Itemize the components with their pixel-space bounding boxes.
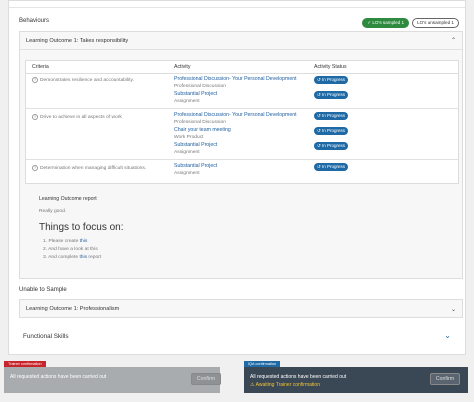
list-item: 3. And complete this report bbox=[43, 255, 102, 260]
trainer-message: All requested actions have been carried … bbox=[10, 374, 107, 380]
iqa-message: All requested actions have been carried … bbox=[250, 374, 347, 380]
lo-unsampled-badge[interactable]: LO's unsampled 1 bbox=[412, 18, 459, 28]
chevron-down-icon[interactable]: ⌄ bbox=[444, 331, 451, 340]
list-item: 2. And have a look at this bbox=[43, 247, 98, 252]
lo-sampled-badge[interactable]: ✓ LO's sampled 1 bbox=[362, 18, 410, 28]
professionalism-accordion-header[interactable]: Learning Outcome 1: Professionalism ⌄ bbox=[20, 300, 462, 318]
activity-link[interactable]: Substantial Project bbox=[174, 91, 217, 97]
functional-skills-title[interactable]: Functional Skills bbox=[23, 333, 69, 340]
activity-link[interactable]: Chair your team meeting bbox=[174, 127, 231, 133]
status-badge[interactable]: ↺ In Progress bbox=[314, 76, 349, 84]
iqa-confirmation-box: All requested actions have been carried … bbox=[244, 367, 468, 393]
status-badge[interactable]: ↺ In Progress bbox=[314, 163, 349, 171]
question-icon: ? bbox=[32, 114, 38, 120]
activity-type: Assignment bbox=[174, 171, 200, 176]
criteria-cell: ? Drive to achieve in all aspects of wor… bbox=[32, 114, 122, 120]
activity-type: Assignment bbox=[174, 99, 200, 104]
status-badge[interactable]: ↺ In Progress bbox=[314, 112, 349, 120]
col-activity: Activity bbox=[174, 64, 191, 70]
outcome-title: Learning Outcome 1: Takes responsibility bbox=[26, 37, 129, 44]
status-badge[interactable]: ↺ In Progress bbox=[314, 142, 349, 150]
sampled-badges: ✓ LO's sampled 1 LO's unsampled 1 bbox=[362, 18, 459, 28]
behaviours-title: Behaviours bbox=[19, 18, 50, 24]
unable-to-sample-title: Unable to Sample bbox=[19, 287, 67, 293]
activity-link[interactable]: Substantial Project bbox=[174, 163, 217, 169]
criteria-cell: ? Demonstrates resilience and accountabi… bbox=[32, 77, 134, 83]
focus-list: 1. Please create this 2. And have a look… bbox=[43, 238, 101, 262]
focus-link[interactable]: this bbox=[80, 239, 88, 244]
activity-type: Assignment bbox=[174, 150, 200, 155]
activity-link[interactable]: Professional Discussion- Your Personal D… bbox=[174, 112, 297, 118]
criteria-table: Criteria Activity Activity Status ? Demo… bbox=[25, 60, 459, 184]
outcome-accordion-header[interactable]: Learning Outcome 1: Takes responsibility… bbox=[20, 32, 462, 50]
table-row: ? Determination when managing difficult … bbox=[26, 160, 458, 182]
iqa-confirm-button[interactable]: Confirm bbox=[430, 373, 460, 385]
col-activity-status: Activity Status bbox=[314, 64, 347, 70]
table-row: ? Drive to achieve in all aspects of wor… bbox=[26, 109, 458, 160]
trainer-confirm-button[interactable]: Confirm bbox=[191, 373, 221, 385]
activity-link[interactable]: Professional Discussion- Your Personal D… bbox=[174, 76, 297, 82]
main-panel: Behaviours ✓ LO's sampled 1 LO's unsampl… bbox=[8, 0, 466, 355]
iqa-warning: ⚠ Awaiting Trainer confirmation bbox=[250, 382, 320, 388]
activity-type: Professional Discussion bbox=[174, 120, 226, 125]
top-strip bbox=[9, 1, 465, 8]
question-icon: ? bbox=[32, 165, 38, 171]
table-row: ? Demonstrates resilience and accountabi… bbox=[26, 73, 458, 109]
status-badge[interactable]: ↺ In Progress bbox=[314, 127, 349, 135]
col-criteria: Criteria bbox=[32, 64, 49, 70]
activity-type: Work Product bbox=[174, 135, 204, 140]
report-label: Learning Outcome report bbox=[39, 196, 97, 202]
question-icon: ? bbox=[32, 77, 38, 83]
chevron-down-icon[interactable]: ⌄ bbox=[451, 306, 456, 313]
focus-link[interactable]: this bbox=[79, 255, 87, 260]
trainer-confirmation-box: All requested actions have been carried … bbox=[4, 367, 221, 393]
criteria-cell: ? Determination when managing difficult … bbox=[32, 165, 147, 171]
activity-link[interactable]: Substantial Project bbox=[174, 142, 217, 148]
professionalism-title: Learning Outcome 1: Professionalism bbox=[26, 306, 120, 312]
chevron-up-icon[interactable]: ⌃ bbox=[451, 37, 456, 44]
list-item: 1. Please create this bbox=[43, 239, 88, 244]
professionalism-accordion[interactable]: Learning Outcome 1: Professionalism ⌄ bbox=[19, 299, 463, 318]
focus-title: Things to focus on: bbox=[39, 222, 124, 233]
report-text: Really good. bbox=[39, 209, 67, 214]
activity-type: Professional Discussion bbox=[174, 84, 226, 89]
status-badge[interactable]: ↺ In Progress bbox=[314, 91, 349, 99]
